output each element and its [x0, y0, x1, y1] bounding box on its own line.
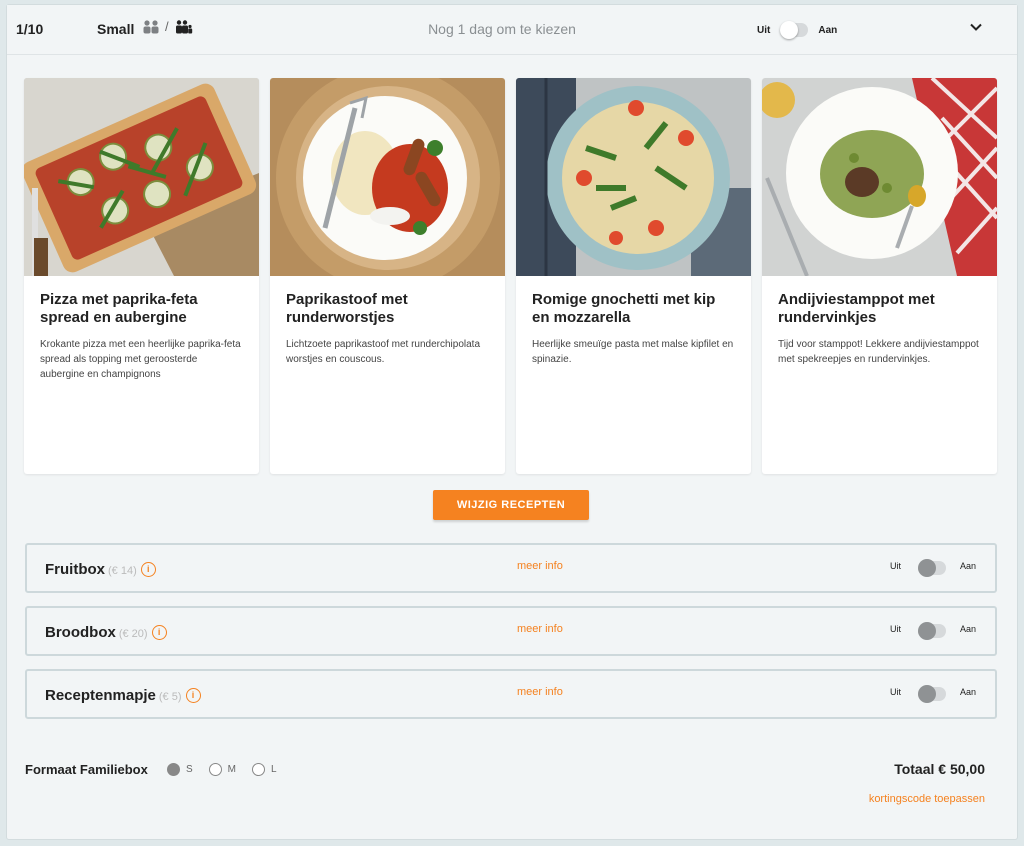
radio-selected-icon[interactable]	[167, 763, 180, 776]
recipe-photo-pizza	[24, 78, 259, 276]
extra-name: Broodbox	[45, 624, 116, 641]
more-info-link[interactable]: meer info	[517, 623, 563, 635]
recipe-card[interactable]: Andijviestamppot met rundervinkjes Tijd …	[762, 78, 997, 474]
format-label: Formaat Familiebox	[25, 762, 148, 777]
info-icon[interactable]: i	[185, 688, 201, 703]
total-price: Totaal € 50,00	[894, 761, 985, 777]
recipe-title: Andijviestamppot met rundervinkjes	[778, 291, 935, 326]
toggle-on-label: Aan	[960, 687, 977, 697]
receptenmapje-switch[interactable]	[918, 685, 946, 703]
change-recipes-button[interactable]: WIJZIG RECEPTEN	[433, 490, 589, 520]
extra-label: Broodbox (€ 20) i	[45, 624, 167, 641]
extra-fruitbox: Fruitbox (€ 14) i meer info Uit Aan	[25, 543, 997, 593]
recipe-card[interactable]: Pizza met paprika-feta spread en aubergi…	[24, 78, 259, 474]
toggle-off-label: Uit	[890, 687, 901, 697]
recipe-title: Romige gnochetti met kip en mozzarella	[532, 291, 716, 326]
extra-broodbox: Broodbox (€ 20) i meer info Uit Aan	[25, 606, 997, 656]
toggle-on-label: Aan	[960, 561, 977, 571]
format-option-m[interactable]: M	[208, 763, 237, 776]
format-option-label: L	[271, 764, 277, 775]
recipe-photo-gnochetti	[516, 78, 751, 276]
deadline-text: Nog 1 dag om te kiezen	[428, 21, 576, 37]
info-icon[interactable]: i	[151, 625, 167, 640]
radio-icon[interactable]	[252, 763, 266, 776]
extra-name: Receptenmapje	[45, 687, 156, 704]
extra-label: Receptenmapje (€ 5) i	[45, 687, 201, 704]
recipe-photo-andijviestamppot	[762, 78, 997, 276]
toggle-on-label: Aan	[960, 624, 977, 634]
toggle-on-label: Aan	[818, 24, 838, 36]
recipe-description: Heerlijke smeuïge pasta met malse kipfil…	[532, 339, 734, 365]
extra-name: Fruitbox	[45, 561, 105, 578]
header-bar: 1/10 Small / Nog 1 dag om te kiezen Uit …	[7, 5, 1017, 55]
week-toggle: Uit Aan	[757, 21, 838, 39]
format-option-label: S	[186, 764, 193, 775]
recipe-description: Krokante pizza met een heerlijke paprika…	[40, 339, 241, 380]
discount-code-link[interactable]: kortingscode toepassen	[869, 793, 985, 805]
broodbox-switch[interactable]	[918, 622, 946, 640]
recipe-title: Paprikastoof met runderworstjes	[286, 291, 408, 326]
recipe-photo-paprikastoof	[270, 78, 505, 276]
recipe-description: Tijd voor stamppot! Lekkere andijviestam…	[778, 339, 979, 365]
radio-icon[interactable]	[208, 763, 222, 776]
recipe-list: Pizza met paprika-feta spread en aubergi…	[24, 78, 997, 474]
more-info-link[interactable]: meer info	[517, 686, 563, 698]
extra-price: (€ 20)	[118, 628, 148, 640]
recipe-description: Lichtzoete paprikastoof met runderchipol…	[286, 339, 481, 365]
more-info-link[interactable]: meer info	[517, 560, 563, 572]
format-options: S M L	[167, 763, 277, 776]
toggle-off-label: Uit	[757, 24, 771, 36]
recipe-card[interactable]: Paprikastoof met runderworstjes Lichtzoe…	[270, 78, 505, 474]
format-option-label: M	[227, 764, 237, 775]
extra-price: (€ 14)	[108, 565, 137, 577]
extra-label: Fruitbox (€ 14) i	[45, 561, 156, 578]
extra-receptenmapje: Receptenmapje (€ 5) i meer info Uit Aan	[25, 669, 997, 719]
fruitbox-switch[interactable]	[918, 559, 946, 577]
chevron-down-icon[interactable]	[968, 19, 984, 35]
order-panel: 1/10 Small / Nog 1 dag om te kiezen Uit …	[6, 4, 1018, 840]
recipe-title: Pizza met paprika-feta spread en aubergi…	[40, 291, 198, 326]
recipe-card[interactable]: Romige gnochetti met kip en mozzarella H…	[516, 78, 751, 474]
info-icon[interactable]: i	[140, 562, 156, 577]
week-switch[interactable]	[780, 21, 809, 39]
format-option-l[interactable]: L	[252, 763, 277, 776]
toggle-off-label: Uit	[890, 561, 901, 571]
toggle-off-label: Uit	[890, 624, 901, 634]
format-option-s[interactable]: S	[167, 763, 193, 776]
extra-price: (€ 5)	[158, 691, 182, 703]
